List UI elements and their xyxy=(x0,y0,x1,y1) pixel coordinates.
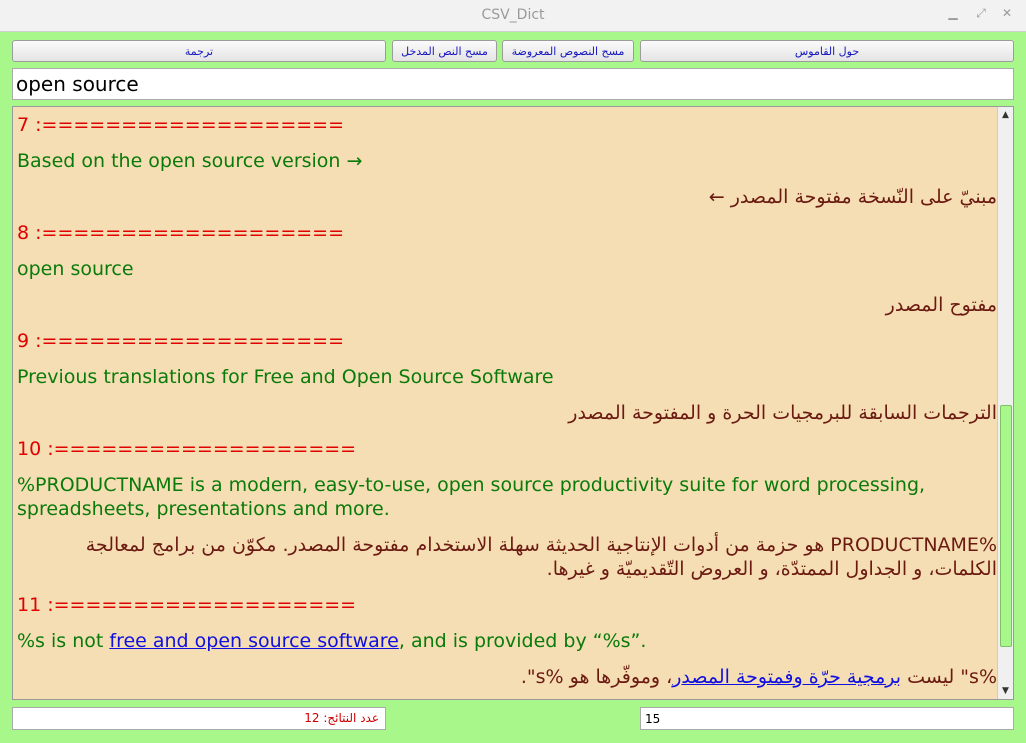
entry-header: 11 :=================== xyxy=(17,594,357,616)
entry-header: 9 :=================== xyxy=(17,330,345,352)
english-text-pre: %s is not xyxy=(17,630,110,652)
entry-header: 10 :=================== xyxy=(17,438,357,460)
english-text: Previous translations for Free and Open … xyxy=(17,366,554,388)
clear-output-button[interactable]: مسح النصوص المعروضة xyxy=(502,40,634,62)
results-limit-input[interactable] xyxy=(640,707,1014,730)
about-button[interactable]: حول القاموس xyxy=(640,40,1014,62)
scroll-down-icon[interactable]: ▼ xyxy=(1000,685,1011,697)
results-panel[interactable]: 7 :=================== Based on the open… xyxy=(12,106,1014,700)
english-text-post: , and is provided by “%s”. xyxy=(398,630,647,652)
translate-button[interactable]: ترجمة xyxy=(12,40,386,62)
scroll-up-icon[interactable]: ▲ xyxy=(1000,109,1011,121)
maximize-icon[interactable]: ⤢ xyxy=(974,6,988,20)
arabic-text-post: ، وموفّرها هو %s". xyxy=(520,666,673,688)
minimize-icon[interactable]: ▁ xyxy=(946,6,960,20)
arabic-link[interactable]: برمجية حرّة وفمتوحة المصدر xyxy=(672,666,901,688)
arabic-text: %PRODUCTNAME هو حزمة من أدوات الإنتاجية … xyxy=(85,534,997,580)
vertical-scrollbar[interactable]: ▲ ▼ xyxy=(997,107,1013,699)
entry-header: 7 :=================== xyxy=(17,114,345,136)
arabic-text: مبنيّ على النّسخة مفتوحة المصدر ← xyxy=(708,186,997,208)
arabic-text-pre: %s" ليست xyxy=(901,666,997,688)
english-text: %PRODUCTNAME is a modern, easy-to-use, o… xyxy=(17,474,926,520)
arabic-text: %s" ليست برمجية حرّة وفمتوحة المصدر، ومو… xyxy=(17,665,997,689)
arabic-text: الترجمات السابقة للبرمجيات الحرة و المفت… xyxy=(568,402,997,424)
scrollbar-thumb[interactable] xyxy=(1000,405,1012,647)
clear-input-button[interactable]: مسح النص المدخل xyxy=(392,40,497,62)
entry-header: 8 :=================== xyxy=(17,222,345,244)
window-title: CSV_Dict xyxy=(481,7,545,23)
search-input[interactable] xyxy=(12,68,1014,100)
arabic-text: مفتوح المصدر xyxy=(885,294,997,316)
english-text: Based on the open source version → xyxy=(17,150,363,172)
english-link[interactable]: free and open source software xyxy=(109,630,398,652)
english-text: open source xyxy=(17,258,134,280)
results-text: 7 :=================== Based on the open… xyxy=(17,113,997,699)
english-text: %s is not free and open source software,… xyxy=(17,629,997,653)
title-bar: CSV_Dict ▁ ⤢ ✕ xyxy=(0,0,1026,32)
close-icon[interactable]: ✕ xyxy=(1000,6,1014,20)
results-count: عدد النتائج: 12 xyxy=(12,707,386,730)
